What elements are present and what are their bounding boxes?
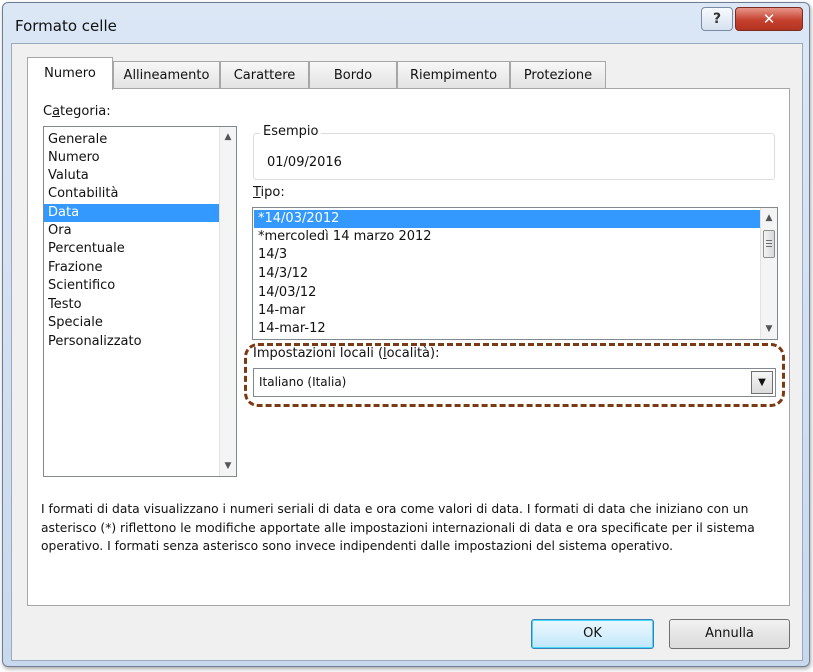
title-bar[interactable]: Formato celle ? ✕ [3,3,809,45]
locale-label: Impostazioni locali (località): [253,346,440,361]
category-scrollbar[interactable]: ▲ ▼ [219,127,236,476]
list-item[interactable]: 14/3/12 [254,265,760,283]
tab-riempimento[interactable]: Riempimento [397,61,510,88]
list-item[interactable]: *mercoledì 14 marzo 2012 [254,228,760,246]
tab-bordo[interactable]: Bordo [309,61,397,88]
locale-dropdown[interactable]: Italiano (Italia) ▼ [253,368,776,397]
dialog-body: Numero Allineamento Carattere Bordo Riem… [11,43,803,661]
close-icon: ✕ [762,10,776,28]
help-button[interactable]: ? [701,7,733,31]
help-icon: ? [712,11,722,27]
type-scrollbar[interactable]: ▲ ▼ [760,208,777,339]
tab-numero[interactable]: Numero [27,57,113,90]
list-item-selected[interactable]: Data [44,204,219,222]
type-list[interactable]: *14/03/2012 *mercoledì 14 marzo 2012 14/… [252,207,778,340]
example-group: Esempio 01/09/2016 [253,124,775,180]
format-cells-dialog: Formato celle ? ✕ Numero Allineamento Ca… [2,2,810,667]
scroll-up-icon[interactable]: ▲ [761,210,777,226]
category-list[interactable]: Generale Numero Valuta Contabilità Data … [43,126,237,477]
list-item[interactable]: Numero [44,149,219,167]
scroll-up-icon[interactable]: ▲ [220,129,236,145]
category-label: Categoria: [43,104,111,119]
chevron-down-icon: ▼ [758,377,766,388]
tab-protezione[interactable]: Protezione [510,61,606,88]
scroll-thumb[interactable] [763,230,775,258]
tab-carattere[interactable]: Carattere [220,61,309,88]
close-button[interactable]: ✕ [735,7,803,31]
example-value: 01/09/2016 [267,155,342,170]
ok-button[interactable]: OK [531,619,654,649]
list-item[interactable]: Generale [44,131,219,149]
cancel-button[interactable]: Annulla [669,619,790,649]
locale-value: Italiano (Italia) [259,375,347,389]
list-item[interactable]: Speciale [44,314,219,332]
list-item[interactable]: Contabilità [44,185,219,203]
list-item-selected[interactable]: *14/03/2012 [254,210,760,228]
list-item[interactable]: 14-mar [254,302,760,320]
example-label: Esempio [260,124,322,139]
scroll-down-icon[interactable]: ▼ [220,458,236,474]
list-item[interactable]: 14/3 [254,246,760,264]
scroll-down-icon[interactable]: ▼ [761,321,777,337]
list-item[interactable]: 14-mar-12 [254,320,760,338]
grip-line [766,246,772,247]
dialog-title: Formato celle [15,17,117,35]
list-item[interactable]: Ora [44,222,219,240]
list-item[interactable]: Percentuale [44,240,219,258]
list-item[interactable]: Frazione [44,259,219,277]
dropdown-button[interactable]: ▼ [751,371,773,394]
list-item[interactable]: Testo [44,296,219,314]
type-label: Tipo: [253,185,285,200]
grip-line [766,240,772,241]
list-item[interactable]: Personalizzato [44,333,219,351]
tab-panel-numero: Categoria: Generale Numero Valuta Contab… [27,88,790,606]
list-item[interactable]: Scientifico [44,277,219,295]
tab-allineamento[interactable]: Allineamento [113,61,220,88]
grip-line [766,243,772,244]
list-item[interactable]: Valuta [44,167,219,185]
list-item[interactable]: 14/03/12 [254,284,760,302]
format-description: I formati di data visualizzano i numeri … [41,502,755,553]
